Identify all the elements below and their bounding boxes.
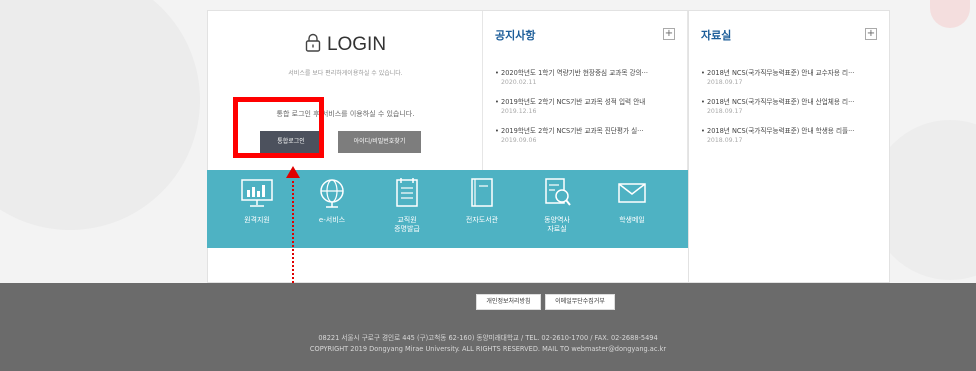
notice-item-date: 2020.02.11	[501, 79, 537, 86]
list-item[interactable]: • 2018년 NCS(국가직무능력표준) 안내 교수자용 리··· 2018.…	[701, 67, 881, 96]
quicklink-remote-support[interactable]: 원격지원	[222, 176, 292, 225]
book-icon	[471, 178, 493, 207]
file-item-title[interactable]: • 2018년 NCS(국가직무능력표준) 안내 산업체용 리···	[701, 96, 881, 106]
notice-title: 공지사항	[495, 29, 536, 42]
login-title: LOGIN	[208, 33, 483, 56]
file-item-title[interactable]: • 2018년 NCS(국가직무능력표준) 안내 교수자용 리···	[701, 67, 881, 77]
notice-item-date: 2019.09.06	[501, 137, 537, 144]
login-subtitle: 서비스를 보다 편리하게이용하실 수 있습니다.	[288, 70, 403, 77]
quicklink-history-archive[interactable]: 동양역사 자료실	[522, 176, 592, 234]
notice-item-date: 2019.12.16	[501, 108, 537, 115]
mail-icon	[618, 183, 646, 203]
notice-item-title[interactable]: • 2020학년도 1학기 역량기반 현장중심 교과목 강의···	[495, 67, 680, 77]
background-decoration	[0, 0, 200, 230]
file-item-date: 2018.09.17	[707, 137, 743, 144]
notice-section: 공지사항 + • 2020학년도 1학기 역량기반 현장중심 교과목 강의···…	[483, 11, 688, 171]
footer: 개인정보처리방침 이메일무단수집거부 08221 서울시 구로구 경인로 445…	[0, 283, 976, 371]
login-title-text: LOGIN	[326, 34, 387, 55]
footer-copyright: COPYRIGHT 2019 Dongyang Mirae University…	[309, 345, 667, 353]
file-item-date: 2018.09.17	[707, 79, 743, 86]
notice-more-button[interactable]: +	[663, 28, 675, 40]
notice-list: • 2020학년도 1학기 역량기반 현장중심 교과목 강의··· 2020.0…	[495, 67, 680, 154]
quicklink-e-library[interactable]: 전자도서관	[447, 176, 517, 225]
notice-item-title[interactable]: • 2019학년도 2학기 NCS기반 교과목 성적 입력 안내	[495, 96, 680, 106]
notice-item-title[interactable]: • 2019학년도 2학기 NCS기반 교과목 진단평가 실···	[495, 125, 680, 135]
quicklink-label: 원격지원	[244, 216, 270, 224]
quicklink-label: 학생메일	[619, 216, 645, 224]
quicklink-student-mail[interactable]: 학생메일	[597, 176, 667, 225]
files-title: 자료실	[701, 29, 732, 42]
files-section: 자료실 + • 2018년 NCS(국가직무능력표준) 안내 교수자용 리···…	[688, 10, 890, 283]
globe-icon	[320, 179, 344, 208]
quicklink-label: 전자도서관	[465, 216, 499, 224]
quicklink-certificate[interactable]: 교직원 증명발급	[372, 176, 442, 234]
quicklink-e-service[interactable]: e-서비스	[297, 176, 367, 225]
monitor-chart-icon	[241, 179, 273, 207]
quicklink-label: 동양역사 자료실	[544, 216, 570, 233]
find-id-password-button[interactable]: 아이디/비밀번호찾기	[338, 131, 421, 153]
files-list: • 2018년 NCS(국가직무능력표준) 안내 교수자용 리··· 2018.…	[701, 67, 881, 154]
quicklinks-bar: 원격지원 e-서비스 교직원 증명발급 전자도서관 동양역사 자료실 학생메일	[207, 170, 688, 248]
footer-address: 08221 서울시 구로구 경인로 445 (구)고척동 62-160) 동양미…	[318, 334, 658, 342]
search-document-icon	[545, 178, 571, 206]
background-decoration	[930, 0, 970, 28]
annotation-highlight-box	[233, 97, 324, 158]
files-more-button[interactable]: +	[865, 28, 877, 40]
list-item[interactable]: • 2018년 NCS(국가직무능력표준) 안내 학생용 리플··· 2018.…	[701, 125, 881, 154]
list-item[interactable]: • 2018년 NCS(국가직무능력표준) 안내 산업체용 리··· 2018.…	[701, 96, 881, 125]
list-item[interactable]: • 2019학년도 2학기 NCS기반 교과목 진단평가 실··· 2019.0…	[495, 125, 680, 154]
quicklink-label: 교직원 증명발급	[394, 216, 420, 233]
quicklink-label: e-서비스	[318, 216, 346, 224]
list-item[interactable]: • 2019학년도 2학기 NCS기반 교과목 성적 입력 안내 2019.12…	[495, 96, 680, 125]
list-item[interactable]: • 2020학년도 1학기 역량기반 현장중심 교과목 강의··· 2020.0…	[495, 67, 680, 96]
lock-icon	[305, 33, 321, 52]
email-refuse-button[interactable]: 이메일무단수집거부	[545, 294, 615, 310]
file-item-date: 2018.09.17	[707, 108, 743, 115]
file-item-title[interactable]: • 2018년 NCS(국가직무능력표준) 안내 학생용 리플···	[701, 125, 881, 135]
calendar-document-icon	[396, 178, 418, 207]
privacy-policy-button[interactable]: 개인정보처리방침	[476, 294, 541, 310]
